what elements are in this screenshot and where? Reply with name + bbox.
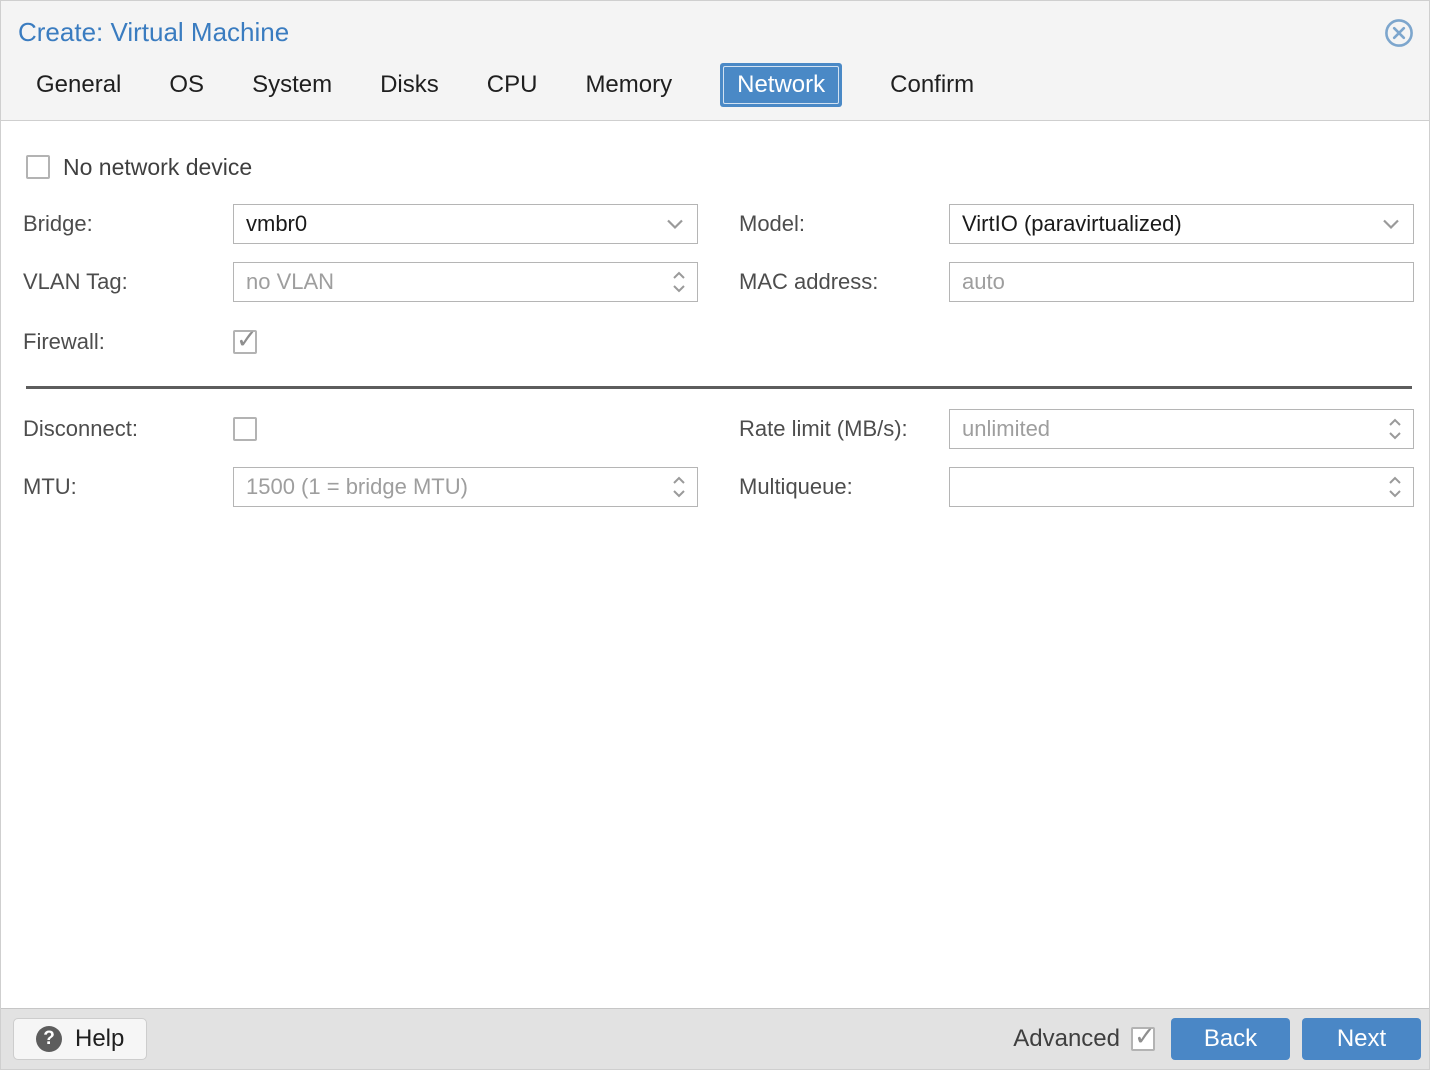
dialog-footer: ? Help Advanced Back Next — [1, 1009, 1429, 1069]
mtu-input[interactable] — [233, 467, 698, 507]
bridge-input[interactable] — [233, 204, 698, 244]
create-vm-dialog: Create: Virtual Machine General OS Syste… — [0, 0, 1430, 1070]
help-button-label: Help — [75, 1025, 125, 1052]
tab-cpu[interactable]: CPU — [487, 71, 538, 99]
advanced-label: Advanced — [1013, 1025, 1120, 1052]
close-icon — [1385, 19, 1413, 47]
firewall-checkbox[interactable] — [233, 326, 258, 354]
disconnect-checkbox[interactable] — [233, 417, 257, 441]
advanced-section-divider — [26, 386, 1412, 389]
dialog-title: Create: Virtual Machine — [18, 17, 290, 47]
no-network-device-row: No network device — [26, 153, 1412, 180]
tab-os[interactable]: OS — [169, 71, 204, 99]
network-tab-panel: No network device Bridge: Model: VLAN T — [1, 121, 1429, 1009]
model-label: Model: — [739, 211, 806, 236]
help-icon: ? — [36, 1026, 62, 1052]
advanced-toggle: Advanced — [1013, 1023, 1156, 1053]
model-dropdown-chevron-icon[interactable] — [1382, 219, 1400, 230]
mtu-label: MTU: — [23, 474, 77, 499]
tab-memory[interactable]: Memory — [585, 71, 672, 99]
vlan-tag-label: VLAN Tag: — [23, 269, 128, 294]
back-button[interactable]: Back — [1171, 1018, 1290, 1060]
tab-disks[interactable]: Disks — [380, 71, 439, 99]
tab-confirm[interactable]: Confirm — [890, 71, 974, 99]
rate-limit-input[interactable] — [949, 409, 1414, 449]
footer-actions: Advanced Back Next — [1013, 1018, 1421, 1060]
mtu-spinner-icons[interactable] — [672, 476, 686, 498]
mtu-spinner — [233, 467, 698, 507]
no-network-device-checkbox[interactable] — [26, 155, 50, 179]
firewall-label: Firewall: — [23, 329, 105, 354]
bridge-combobox — [233, 204, 698, 244]
tab-general[interactable]: General — [36, 71, 121, 99]
mac-address-label: MAC address: — [739, 269, 879, 294]
rate-limit-spinner-icons[interactable] — [1388, 418, 1402, 440]
mac-address-input[interactable] — [949, 262, 1414, 302]
model-input[interactable] — [949, 204, 1414, 244]
advanced-checkbox[interactable] — [1131, 1023, 1156, 1051]
vlan-mac-row: VLAN Tag: MAC address: — [23, 262, 1414, 302]
multiqueue-input[interactable] — [949, 467, 1414, 507]
multiqueue-spinner-icons[interactable] — [1388, 476, 1402, 498]
model-combobox — [949, 204, 1414, 244]
no-network-device-label: No network device — [63, 153, 253, 180]
multiqueue-spinner — [949, 467, 1414, 507]
vlan-tag-spinner-icons[interactable] — [672, 271, 686, 293]
multiqueue-label: Multiqueue: — [739, 474, 853, 499]
bridge-dropdown-chevron-icon[interactable] — [666, 219, 684, 230]
vlan-tag-input[interactable] — [233, 262, 698, 302]
bridge-model-row: Bridge: Model: — [23, 204, 1414, 244]
dialog-header: Create: Virtual Machine — [1, 1, 1429, 49]
vlan-tag-spinner — [233, 262, 698, 302]
tab-system[interactable]: System — [252, 71, 332, 99]
tab-network[interactable]: Network — [720, 62, 843, 107]
rate-limit-label: Rate limit (MB/s): — [739, 416, 908, 441]
bridge-label: Bridge: — [23, 211, 93, 236]
wizard-tabbar: General OS System Disks CPU Memory Netwo… — [1, 49, 1429, 121]
close-button[interactable] — [1383, 17, 1415, 49]
mtu-multiqueue-row: MTU: Multiqueue: — [23, 467, 1414, 507]
disconnect-label: Disconnect: — [23, 416, 138, 441]
mac-address-field — [949, 262, 1414, 302]
firewall-row: Firewall: — [23, 326, 1412, 355]
rate-limit-spinner — [949, 409, 1414, 449]
disconnect-ratelimit-row: Disconnect: Rate limit (MB/s): — [23, 409, 1414, 449]
help-button[interactable]: ? Help — [13, 1018, 148, 1060]
next-button[interactable]: Next — [1302, 1018, 1421, 1060]
